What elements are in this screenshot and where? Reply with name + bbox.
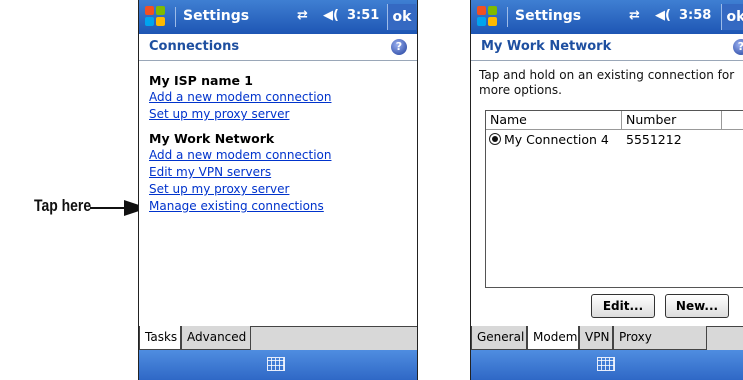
new-button[interactable]: New...: [665, 294, 729, 318]
column-header-number[interactable]: Number: [622, 111, 722, 129]
edit-vpn-servers-link[interactable]: Edit my VPN servers: [149, 164, 411, 181]
keyboard-icon[interactable]: [267, 357, 285, 371]
manage-connections-link[interactable]: Manage existing connections: [149, 198, 411, 215]
windows-start-icon[interactable]: [145, 6, 167, 28]
connection-list[interactable]: Name Number My Connection 4 5551212: [485, 110, 743, 288]
title-separator: [175, 7, 176, 27]
tab-general[interactable]: General: [471, 326, 527, 350]
title-bar: Settings ⇄ ◀( 3:51 ok: [139, 0, 417, 34]
tap-here-label: Tap here: [34, 196, 92, 215]
edit-button[interactable]: Edit...: [591, 294, 655, 318]
add-modem-connection-link[interactable]: Add a new modem connection: [149, 147, 411, 164]
volume-icon[interactable]: ◀(: [655, 8, 671, 23]
group-title-work: My Work Network: [149, 131, 275, 146]
selected-radio-icon[interactable]: [489, 133, 501, 145]
clock[interactable]: 3:51: [347, 8, 379, 23]
page-title: Connections: [149, 39, 240, 54]
tab-modem[interactable]: Modem: [527, 326, 579, 350]
connection-name: My Connection 4: [504, 132, 609, 147]
instruction-text: Tap and hold on an existing connection f…: [479, 68, 735, 97]
list-item[interactable]: My Connection 4 5551212: [486, 131, 743, 149]
page-header: Connections ?: [139, 34, 417, 61]
tab-vpn[interactable]: VPN: [579, 326, 613, 350]
connectivity-icon[interactable]: ⇄: [629, 8, 640, 23]
device-screen-work-network: Settings ⇄ ◀( 3:58 ok My Work Network ? …: [470, 0, 743, 380]
bottom-bar: [139, 350, 417, 380]
clock[interactable]: 3:58: [679, 8, 711, 23]
page-header: My Work Network ?: [471, 34, 743, 61]
connection-number: 5551212: [626, 132, 682, 147]
list-header: Name Number: [486, 111, 743, 130]
windows-start-icon[interactable]: [477, 6, 499, 28]
title-separator: [507, 7, 508, 27]
group-title-isp: My ISP name 1: [149, 73, 253, 88]
ok-button[interactable]: ok: [387, 4, 416, 30]
setup-proxy-link[interactable]: Set up my proxy server: [149, 106, 411, 123]
connections-content: My ISP name 1 Add a new modem connection…: [149, 68, 411, 215]
keyboard-icon[interactable]: [597, 357, 615, 371]
page-title: My Work Network: [481, 39, 612, 54]
tab-tasks[interactable]: Tasks: [139, 326, 181, 350]
tab-advanced[interactable]: Advanced: [181, 326, 251, 350]
volume-icon[interactable]: ◀(: [323, 8, 339, 23]
app-title: Settings: [515, 8, 582, 24]
tab-bar: Tasks Advanced: [139, 326, 417, 351]
tab-bar: General Modem VPN Proxy Settings: [471, 326, 743, 366]
bottom-bar: [471, 350, 743, 380]
callout-line: [90, 207, 126, 209]
ok-button[interactable]: ok: [721, 4, 743, 30]
help-icon[interactable]: ?: [733, 39, 743, 55]
connectivity-icon[interactable]: ⇄: [297, 8, 308, 23]
device-screen-connections: Settings ⇄ ◀( 3:51 ok Connections ? My I…: [138, 0, 418, 380]
title-bar: Settings ⇄ ◀( 3:58 ok: [471, 0, 743, 34]
app-title: Settings: [183, 8, 250, 24]
column-header-name[interactable]: Name: [486, 111, 622, 129]
tab-proxy-settings[interactable]: Proxy Settings: [613, 326, 707, 366]
help-icon[interactable]: ?: [391, 39, 407, 55]
add-modem-connection-link[interactable]: Add a new modem connection: [149, 89, 411, 106]
setup-proxy-link[interactable]: Set up my proxy server: [149, 181, 411, 198]
